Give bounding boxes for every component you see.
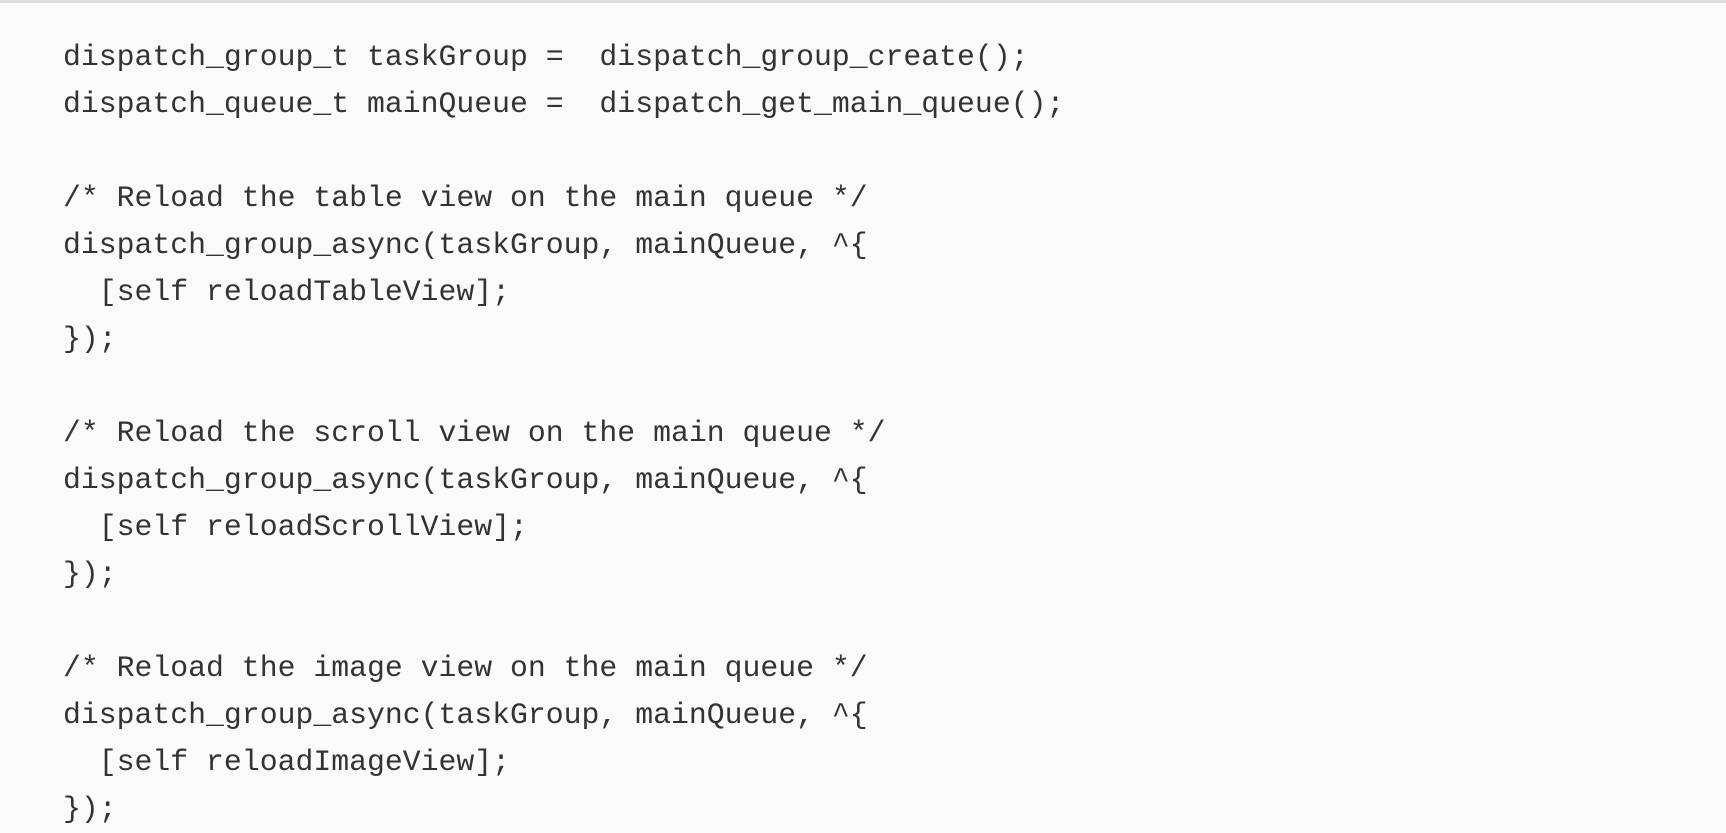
top-divider — [0, 0, 1726, 3]
code-line: [self reloadScrollView]; — [63, 510, 528, 544]
code-line: dispatch_group_t taskGroup = dispatch_gr… — [63, 40, 1029, 74]
code-line: [self reloadImageView]; — [63, 745, 511, 779]
code-line: dispatch_group_async(taskGroup, mainQueu… — [63, 228, 868, 262]
code-line: [self reloadTableView]; — [63, 275, 511, 309]
code-block: dispatch_group_t taskGroup = dispatch_gr… — [63, 34, 1064, 833]
code-comment: /* Reload the table view on the main que… — [63, 181, 868, 215]
code-line: dispatch_group_async(taskGroup, mainQueu… — [63, 463, 868, 497]
code-line: dispatch_group_async(taskGroup, mainQueu… — [63, 698, 868, 732]
code-line: }); — [63, 792, 117, 826]
code-line: }); — [63, 557, 117, 591]
code-line: }); — [63, 322, 117, 356]
code-comment: /* Reload the image view on the main que… — [63, 651, 868, 685]
code-line: dispatch_queue_t mainQueue = dispatch_ge… — [63, 87, 1065, 121]
code-comment: /* Reload the scroll view on the main qu… — [63, 416, 886, 450]
